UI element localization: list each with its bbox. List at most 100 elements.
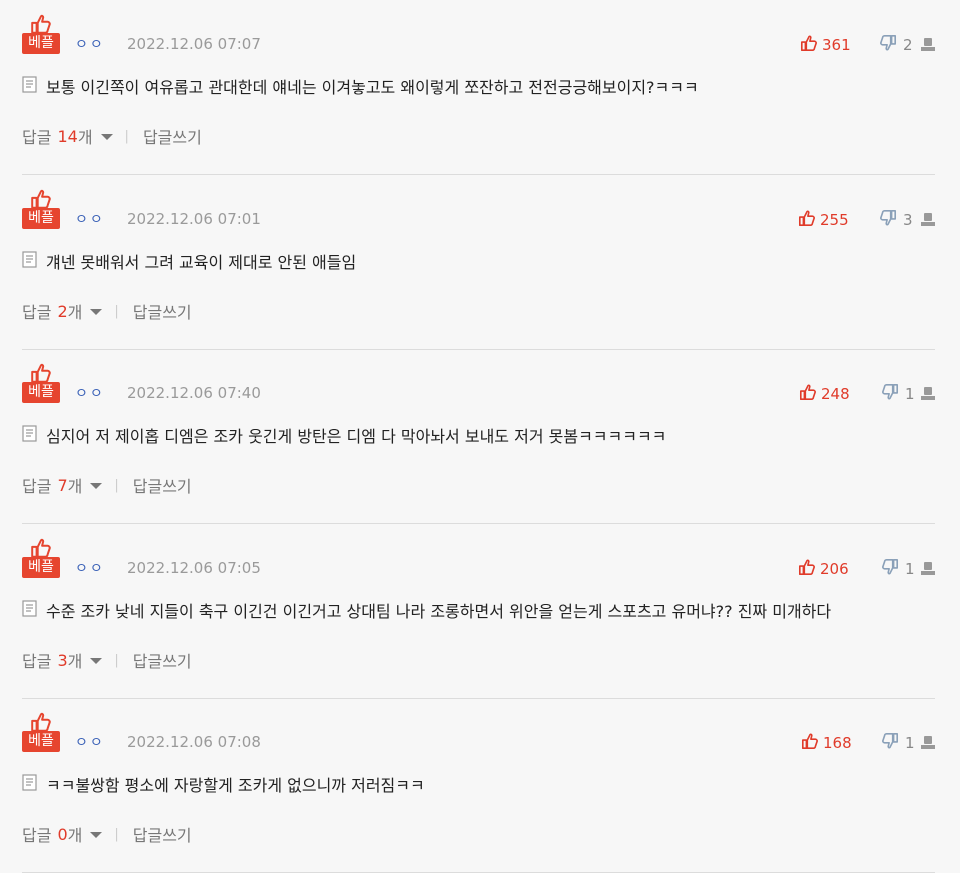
memo-icon [22, 599, 38, 621]
comment-text: 수준 조카 낮네 지들이 축구 이긴건 이긴거고 상대팀 나라 조롱하면서 위안… [22, 598, 831, 622]
comment-item: 베플 ㅇㅇ 2022.12.06 07:05 206 1 수준 조카 낮네 지들… [22, 524, 935, 699]
report-icon[interactable] [920, 211, 936, 231]
like-button[interactable]: 361 [800, 34, 851, 56]
username[interactable]: ㅇㅇ [75, 34, 105, 54]
comment-body: 수준 조카 낮네 지들이 축구 이긴건 이긴거고 상대팀 나라 조롱하면서 위안… [46, 602, 832, 621]
memo-icon [22, 773, 38, 795]
reply-label: 답글 [22, 826, 52, 845]
report-icon[interactable] [920, 385, 936, 405]
thumbs-up-icon [800, 34, 818, 56]
comment-item: 베플 ㅇㅇ 2022.12.06 07:01 255 3 걔넨 못배워서 그려 … [22, 175, 935, 350]
reply-controls: 답글 0개 | 답글쓰기 [22, 822, 192, 846]
reply-label: 답글 [22, 652, 52, 671]
like-button[interactable]: 255 [798, 209, 849, 231]
best-badge: 베플 [22, 188, 60, 232]
comment-body: 걔넨 못배워서 그려 교육이 제대로 안된 애들임 [46, 253, 357, 272]
username[interactable]: ㅇㅇ [75, 209, 105, 229]
dislike-count: 1 [905, 734, 915, 752]
comment-date: 2022.12.06 07:05 [127, 559, 261, 577]
reply-controls: 답글 3개 | 답글쓰기 [22, 648, 192, 672]
chevron-down-icon [90, 483, 103, 489]
like-count: 206 [820, 560, 849, 578]
reply-toggle[interactable]: 답글 7개 [22, 473, 114, 497]
comment-item: 베플 ㅇㅇ 2022.12.06 07:08 168 1 ㅋㅋ불쌍함 평소에 자… [22, 698, 935, 873]
reply-label: 답글 [22, 128, 52, 147]
reply-controls: 답글 7개 | 답글쓰기 [22, 473, 192, 497]
comment-text: 걔넨 못배워서 그려 교육이 제대로 안된 애들임 [22, 249, 356, 273]
comment-date: 2022.12.06 07:01 [127, 210, 261, 228]
best-label: 베플 [22, 33, 60, 54]
reply-unit: 개 [67, 652, 83, 671]
comment-body: ㅋㅋ불쌍함 평소에 자랑할게 조카게 없으니까 저러짐ㅋㅋ [46, 776, 425, 795]
memo-icon [22, 75, 38, 97]
comment-body: 보통 이긴쪽이 여유롭고 관대한데 얘네는 이겨놓고도 왜이렇게 쪼잔하고 전전… [46, 78, 699, 97]
divider: | [114, 477, 119, 493]
comment-item: 베플 ㅇㅇ 2022.12.06 07:40 248 1 심지어 저 제이홉 디… [22, 349, 935, 524]
like-count: 168 [823, 734, 852, 752]
thumbs-down-icon [879, 34, 897, 56]
dislike-button[interactable]: 1 [881, 732, 915, 754]
divider: | [114, 826, 119, 842]
reply-count: 2 [57, 301, 68, 321]
comment-date: 2022.12.06 07:08 [127, 733, 261, 751]
reply-unit: 개 [77, 128, 93, 147]
dislike-button[interactable]: 2 [879, 34, 913, 56]
comment-list: 베플 ㅇㅇ 2022.12.06 07:07 361 2 보통 이긴쪽이 여유롭… [0, 0, 960, 873]
dislike-count: 2 [903, 36, 913, 54]
divider: | [114, 303, 119, 319]
report-icon[interactable] [920, 560, 936, 580]
chevron-down-icon [90, 832, 103, 838]
thumbs-down-icon [881, 732, 899, 754]
comment-date: 2022.12.06 07:07 [127, 35, 261, 53]
reply-label: 답글 [22, 303, 52, 322]
reply-label: 답글 [22, 477, 52, 496]
reply-toggle[interactable]: 답글 3개 [22, 648, 114, 672]
reply-toggle[interactable]: 답글 14 개 [22, 124, 125, 148]
like-button[interactable]: 248 [799, 383, 850, 405]
reply-count: 14 [57, 126, 78, 146]
thumbs-up-icon [798, 209, 816, 231]
dislike-button[interactable]: 3 [879, 209, 913, 231]
comment-text: 보통 이긴쪽이 여유롭고 관대한데 얘네는 이겨놓고도 왜이렇게 쪼잔하고 전전… [22, 74, 699, 98]
thumbs-up-icon [801, 732, 819, 754]
best-label: 베플 [22, 382, 60, 403]
divider: | [114, 652, 119, 668]
reply-unit: 개 [67, 477, 83, 496]
dislike-button[interactable]: 1 [881, 558, 915, 580]
memo-icon [22, 424, 38, 446]
write-reply-button[interactable]: 답글쓰기 [133, 822, 192, 846]
like-button[interactable]: 168 [801, 732, 852, 754]
comment-body: 심지어 저 제이홉 디엠은 조카 웃긴게 방탄은 디엠 다 막아놔서 보내도 저… [46, 427, 667, 446]
like-count: 255 [820, 211, 849, 229]
write-reply-button[interactable]: 답글쓰기 [143, 124, 202, 148]
thumbs-down-icon [881, 383, 899, 405]
chevron-down-icon [90, 309, 103, 315]
username[interactable]: ㅇㅇ [75, 732, 105, 752]
report-icon[interactable] [920, 734, 936, 754]
write-reply-button[interactable]: 답글쓰기 [133, 648, 192, 672]
reply-count: 0 [57, 824, 68, 844]
divider: | [124, 128, 129, 144]
write-reply-button[interactable]: 답글쓰기 [133, 473, 192, 497]
best-label: 베플 [22, 557, 60, 578]
reply-controls: 답글 2개 | 답글쓰기 [22, 299, 192, 323]
thumbs-down-icon [881, 558, 899, 580]
reply-unit: 개 [67, 303, 83, 322]
dislike-button[interactable]: 1 [881, 383, 915, 405]
best-label: 베플 [22, 208, 60, 229]
dislike-count: 1 [905, 560, 915, 578]
reply-toggle[interactable]: 답글 2개 [22, 299, 114, 323]
reply-count: 7 [57, 475, 68, 495]
like-button[interactable]: 206 [798, 558, 849, 580]
chevron-down-icon [90, 658, 103, 664]
report-icon[interactable] [920, 36, 936, 56]
username[interactable]: ㅇㅇ [75, 558, 105, 578]
reply-toggle[interactable]: 답글 0개 [22, 822, 114, 846]
best-label: 베플 [22, 731, 60, 752]
like-count: 248 [821, 385, 850, 403]
best-badge: 베플 [22, 13, 60, 57]
thumbs-up-icon [799, 383, 817, 405]
comment-date: 2022.12.06 07:40 [127, 384, 261, 402]
username[interactable]: ㅇㅇ [75, 383, 105, 403]
write-reply-button[interactable]: 답글쓰기 [133, 299, 192, 323]
